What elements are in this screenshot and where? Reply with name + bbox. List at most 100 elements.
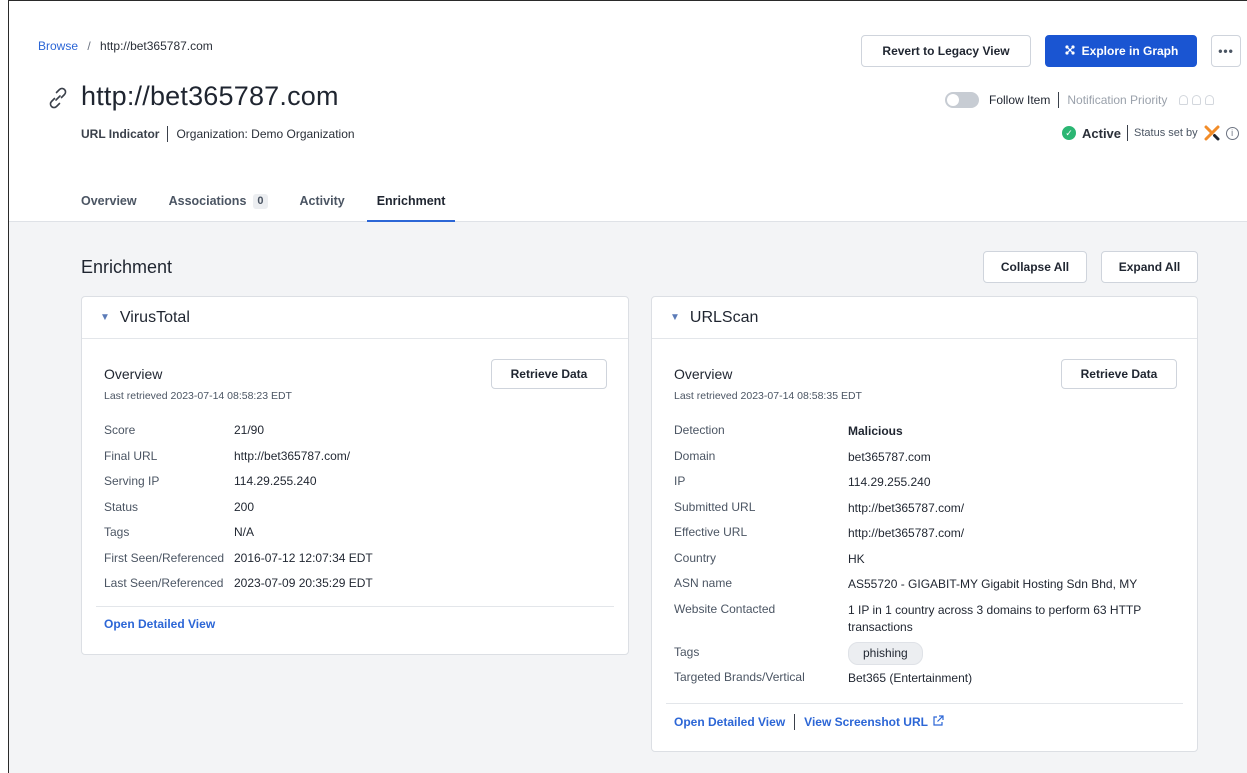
virustotal-panel: ▼ VirusTotal Overview Last retrieved 202…	[81, 296, 629, 655]
urlscan-overview-title: Overview	[674, 366, 733, 382]
view-screenshot-url-link[interactable]: View Screenshot URL	[804, 715, 928, 729]
detail-key: Status	[104, 499, 139, 514]
detail-row: Country HK	[674, 551, 1181, 577]
tab-enrichment[interactable]: Enrichment	[366, 194, 456, 222]
detail-value: http://bet365787.com/	[234, 448, 351, 463]
detail-value: 114.29.255.240	[848, 475, 931, 489]
detection-value: Malicious	[848, 424, 903, 438]
detail-row: Tags phishing	[674, 641, 1181, 671]
tab-associations[interactable]: Associations 0	[159, 194, 278, 222]
detail-value: bet365787.com	[848, 449, 931, 464]
breadcrumb-browse-link[interactable]: Browse	[38, 39, 78, 53]
urlscan-open-detailed-view-link[interactable]: Open Detailed View	[674, 715, 785, 729]
threatconnect-logo-icon	[1204, 125, 1220, 141]
detail-key: Targeted Brands/Vertical	[674, 670, 805, 684]
detail-row: Effective URL http://bet365787.com/	[674, 525, 1181, 551]
detail-row: Domain bet365787.com	[674, 449, 1181, 475]
breadcrumb-current: http://bet365787.com	[100, 39, 213, 53]
link-icon	[49, 87, 67, 109]
urlscan-retrieve-data-button[interactable]: Retrieve Data	[1061, 359, 1177, 389]
tag-pill: phishing	[848, 641, 923, 665]
status-badge[interactable]: Active	[1082, 126, 1121, 141]
urlscan-panel-header[interactable]: ▼ URLScan	[652, 297, 1197, 339]
check-icon: ✓	[1062, 126, 1076, 140]
header-area: Browse / http://bet365787.com Revert to …	[9, 1, 1247, 222]
explore-in-graph-label: Explore in Graph	[1081, 44, 1179, 58]
detail-row: Targeted Brands/Vertical Bet365 (Entertai…	[674, 670, 1181, 696]
associations-count-badge: 0	[253, 194, 268, 209]
caret-down-icon: ▼	[670, 312, 680, 323]
explore-in-graph-button[interactable]: Explore in Graph	[1045, 35, 1197, 67]
follow-item-toggle[interactable]	[945, 92, 979, 108]
virustotal-retrieve-data-button[interactable]: Retrieve Data	[491, 359, 607, 389]
virustotal-details: Score 21/90 Final URL http://bet365787.com…	[104, 423, 612, 602]
collapse-all-button[interactable]: Collapse All	[983, 251, 1087, 283]
urlscan-title: URLScan	[689, 308, 759, 326]
indicator-type: URL Indicator	[81, 127, 160, 141]
detail-key: ASN name	[674, 576, 733, 590]
detail-value: Bet365 (Entertainment)	[848, 671, 973, 685]
indicator-meta: URL Indicator Organization: Demo Organiz…	[81, 126, 355, 142]
detail-key: Country	[674, 550, 717, 565]
more-options-button[interactable]: •••	[1211, 35, 1241, 67]
enrichment-heading: Enrichment	[81, 257, 173, 277]
detail-row: Detection Malicious	[674, 423, 1181, 449]
bell-icon[interactable]	[1179, 95, 1189, 105]
urlscan-details: Detection Malicious Domain bet365787.com I…	[674, 423, 1181, 696]
virustotal-panel-header[interactable]: ▼ VirusTotal	[82, 297, 628, 339]
status-row: ✓ Active Status set by i	[1062, 125, 1239, 141]
detail-key: Website Contacted	[674, 601, 776, 616]
detail-row: Score 21/90	[104, 423, 612, 449]
tab-activity[interactable]: Activity	[290, 194, 355, 222]
divider	[1058, 92, 1060, 108]
caret-down-icon: ▼	[100, 312, 110, 323]
detail-key: Domain	[674, 448, 716, 463]
virustotal-open-detailed-view-link[interactable]: Open Detailed View	[104, 617, 215, 631]
bell-icon[interactable]	[1192, 95, 1202, 105]
page-title: http://bet365787.com	[81, 81, 339, 111]
detail-key: First Seen/Referenced	[104, 550, 225, 565]
detail-value: 2023-07-09 20:35:29 EDT	[234, 576, 373, 590]
detail-key: Tags	[674, 644, 700, 659]
virustotal-title: VirusTotal	[119, 308, 190, 326]
tab-associations-label: Associations	[168, 194, 247, 208]
bell-icon[interactable]	[1205, 95, 1215, 105]
detail-key: Detection	[674, 423, 725, 437]
detail-key: Tags	[104, 525, 130, 539]
detail-row: ASN name AS55720 - GIGABIT-MY Gigabit Hos…	[674, 576, 1181, 602]
detail-value: HK	[848, 551, 865, 566]
follow-item-label: Follow Item	[989, 93, 1051, 107]
divider	[96, 606, 614, 607]
detail-row: First Seen/Referenced 2016-07-12 12:07:34…	[104, 551, 612, 577]
detail-key: Effective URL	[674, 525, 748, 539]
follow-row: Follow Item Notification Priority	[945, 92, 1215, 108]
expand-all-button[interactable]: Expand All	[1101, 251, 1198, 283]
info-icon[interactable]: i	[1225, 126, 1239, 140]
virustotal-overview-title: Overview	[104, 366, 163, 382]
tab-overview[interactable]: Overview	[71, 194, 147, 222]
detail-row: Tags N/A	[104, 525, 612, 551]
divider	[666, 703, 1183, 704]
detail-key: Submitted URL	[674, 499, 756, 514]
breadcrumb: Browse / http://bet365787.com	[38, 39, 213, 53]
breadcrumb-separator: /	[87, 39, 91, 53]
detail-row: Final URL http://bet365787.com/	[104, 449, 612, 475]
detail-value: 21/90	[234, 423, 265, 437]
detail-key: Serving IP	[104, 474, 160, 488]
virustotal-last-retrieved: Last retrieved 2023-07-14 08:58:23 EDT	[104, 390, 292, 402]
organization-label: Organization: Demo Organization	[176, 127, 355, 141]
urlscan-panel: ▼ URLScan Overview Last retrieved 2023-0…	[651, 296, 1198, 752]
detail-row: Website Contacted 1 IP in 1 country acros…	[674, 602, 1181, 645]
app-frame: Browse / http://bet365787.com Revert to …	[8, 0, 1247, 773]
detail-value: http://bet365787.com/	[848, 500, 965, 515]
divider	[167, 126, 169, 142]
detail-key: Final URL	[104, 448, 158, 463]
urlscan-last-retrieved: Last retrieved 2023-07-14 08:58:35 EDT	[674, 390, 862, 402]
urlscan-footer: Open Detailed View View Screenshot URL	[674, 714, 944, 730]
detail-key: IP	[674, 474, 686, 488]
detail-value: AS55720 - GIGABIT-MY Gigabit Hosting Sdn…	[848, 577, 1138, 591]
detail-key: Last Seen/Referenced	[104, 576, 224, 590]
detail-row: Last Seen/Referenced 2023-07-09 20:35:29 …	[104, 576, 612, 602]
status-set-by-label: Status set by	[1134, 127, 1198, 139]
revert-legacy-view-button[interactable]: Revert to Legacy View	[861, 35, 1031, 67]
